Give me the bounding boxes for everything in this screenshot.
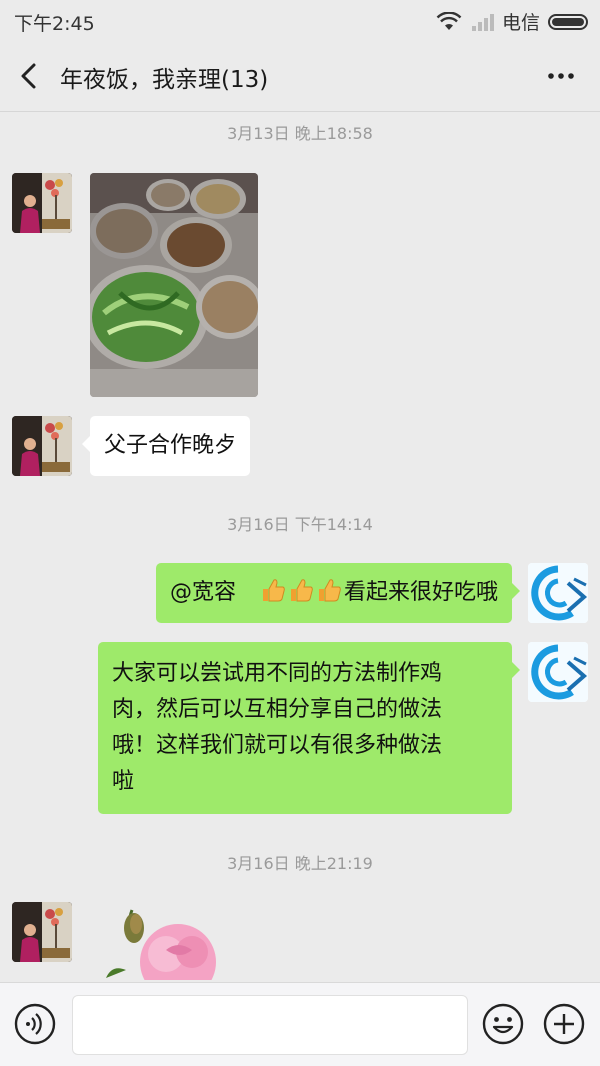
signal-icon: [471, 13, 494, 31]
status-bar: 下午2:45 电信: [0, 0, 600, 40]
message-bubble[interactable]: 大家可以尝试用不同的方法制作鸡 肉，然后可以互相分享自己的做法 哦！这样我们就可…: [98, 642, 520, 814]
thumbs-up-icon: [290, 579, 313, 602]
emoji-icon[interactable]: [482, 1003, 524, 1045]
battery-icon: [548, 13, 588, 30]
message-bubble[interactable]: 父子合作晚歺: [81, 416, 251, 476]
avatar[interactable]: [12, 416, 72, 476]
message-input[interactable]: [72, 995, 468, 1055]
more-options-icon[interactable]: [546, 66, 576, 86]
message-timestamp: 3月13日 晚上18:58: [227, 124, 373, 143]
mention-text: @宽容: [169, 580, 236, 605]
avatar[interactable]: [528, 642, 588, 702]
plus-icon[interactable]: [543, 1003, 585, 1045]
message-timestamp: 3月16日 晚上21:19: [227, 854, 373, 873]
chat-header: 年夜饭，我亲理(13): [0, 40, 600, 112]
pink-rose-sticker[interactable]: [96, 900, 246, 980]
input-bar: [0, 982, 600, 1066]
message-text: 看起来很好吃哦: [343, 580, 498, 605]
carrier-label: 电信: [501, 12, 540, 34]
status-indicators: 电信: [436, 8, 588, 35]
chat-title: 年夜饭，我亲理(13): [60, 67, 269, 93]
wifi-icon: [436, 11, 462, 30]
back-arrow-icon[interactable]: [16, 62, 42, 90]
avatar[interactable]: [528, 563, 588, 623]
message-line: 啦: [112, 769, 135, 794]
voice-icon[interactable]: [14, 1003, 56, 1045]
message-timestamp: 3月16日 下午14:14: [227, 515, 373, 534]
message-text: 父子合作晚歺: [104, 433, 237, 458]
avatar[interactable]: [12, 902, 72, 962]
avatar[interactable]: [12, 173, 72, 233]
thumbs-up-icon: [262, 579, 285, 602]
message-line: 大家可以尝试用不同的方法制作鸡: [112, 661, 443, 686]
message-bubble[interactable]: @宽容 看起来很好吃哦: [155, 563, 521, 623]
message-line: 哦！这样我们就可以有很多种做法: [112, 733, 443, 758]
message-line: 肉，然后可以互相分享自己的做法: [112, 697, 443, 722]
status-time: 下午2:45: [14, 13, 95, 35]
photo-of-dishes[interactable]: [90, 173, 258, 397]
thumbs-up-icon: [318, 579, 341, 602]
